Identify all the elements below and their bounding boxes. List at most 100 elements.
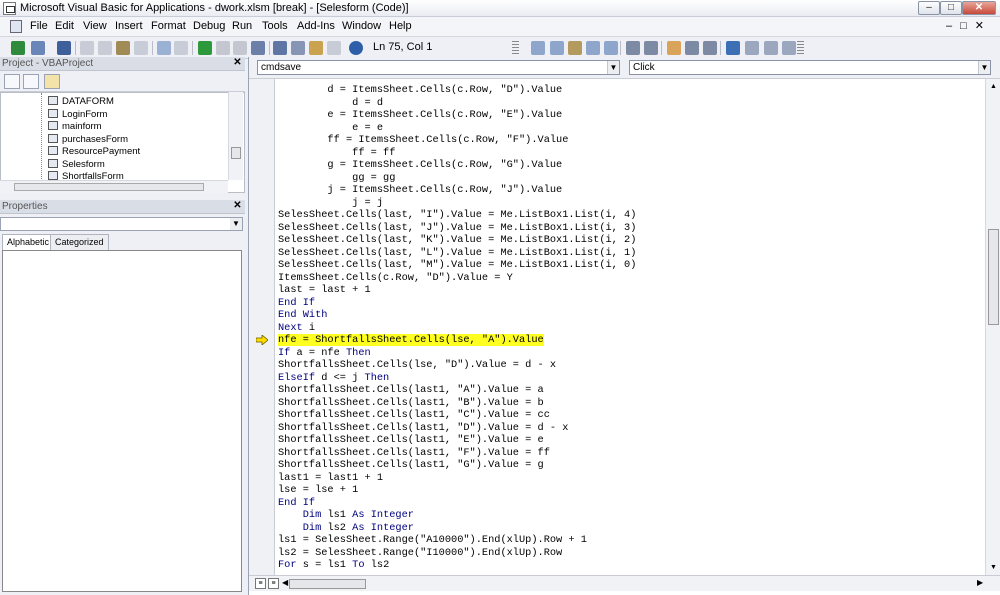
code-line[interactable]: ShortfallsSheet.Cells(last1, "E").Value …: [278, 434, 544, 447]
code-line[interactable]: ShortfallsSheet.Cells(last1, "A").Value …: [278, 384, 544, 397]
chevron-down-icon[interactable]: ▼: [978, 61, 990, 74]
menu-add-ins[interactable]: Add-Ins: [297, 20, 335, 32]
scroll-thumb[interactable]: [231, 147, 241, 159]
code-line[interactable]: ShortfallsSheet.Cells(lse, "D").Value = …: [278, 359, 556, 372]
outdent-icon[interactable]: [644, 41, 658, 55]
menu-run[interactable]: Run: [232, 20, 252, 32]
indent-icon[interactable]: [626, 41, 640, 55]
previous-bookmark-icon[interactable]: [764, 41, 778, 55]
list-properties-icon[interactable]: [531, 41, 545, 55]
toolbar-grip[interactable]: [797, 41, 804, 55]
code-line[interactable]: If a = nfe Then: [278, 347, 371, 360]
code-line[interactable]: d = d: [278, 97, 383, 110]
tree-item-resourcepayment[interactable]: ResourcePayment: [48, 146, 140, 158]
margin-indicator-bar[interactable]: [249, 79, 275, 575]
code-line[interactable]: last1 = last1 + 1: [278, 472, 383, 485]
toolbar-grip[interactable]: [512, 41, 519, 55]
view-object-icon[interactable]: [23, 74, 39, 89]
code-line[interactable]: ShortfallsSheet.Cells(last1, "F").Value …: [278, 447, 550, 460]
menu-format[interactable]: Format: [151, 20, 186, 32]
save-icon[interactable]: [57, 41, 71, 55]
code-line[interactable]: SelesSheet.Cells(last, "K").Value = Me.L…: [278, 234, 636, 247]
properties-close-button[interactable]: ✕: [232, 201, 243, 212]
tree-item-purchasesform[interactable]: purchasesForm: [48, 134, 128, 146]
excel-view-icon[interactable]: [10, 20, 22, 33]
tree-item-loginform[interactable]: LoginForm: [48, 109, 107, 121]
code-line[interactable]: ls2 = SelesSheet.Range("I10000").End(xlU…: [278, 547, 562, 560]
current-code-line[interactable]: nfe = ShortfallsSheet.Cells(lse, "A").Va…: [278, 334, 544, 347]
code-editor[interactable]: d = ItemsSheet.Cells(c.Row, "D").Value d…: [276, 79, 985, 575]
clear-bookmarks-icon[interactable]: [782, 41, 796, 55]
maximize-button[interactable]: □: [940, 1, 962, 15]
menu-edit[interactable]: Edit: [55, 20, 74, 32]
tree-item-selesform[interactable]: Selesform: [48, 159, 105, 171]
view-code-icon[interactable]: [4, 74, 20, 89]
toolbox-icon[interactable]: [327, 41, 341, 55]
code-vertical-scrollbar[interactable]: ▲ ▼: [985, 79, 1000, 575]
child-window-controls[interactable]: –□✕: [946, 19, 992, 32]
code-line[interactable]: e = ItemsSheet.Cells(c.Row, "E").Value: [278, 109, 562, 122]
run-icon[interactable]: [198, 41, 212, 55]
tree-item-mainform[interactable]: mainform: [48, 121, 102, 133]
properties-object-select[interactable]: ▼: [0, 217, 243, 231]
menu-help[interactable]: Help: [389, 20, 412, 32]
code-line[interactable]: Dim ls1 As Integer: [278, 509, 414, 522]
code-line[interactable]: For s = ls1 To ls2: [278, 559, 389, 572]
reset-icon[interactable]: [233, 41, 247, 55]
object-browser-icon[interactable]: [309, 41, 323, 55]
toggle-breakpoint-icon[interactable]: [667, 41, 681, 55]
properties-window-icon[interactable]: [291, 41, 305, 55]
code-line[interactable]: SelesSheet.Cells(last, "M").Value = Me.L…: [278, 259, 636, 272]
code-line[interactable]: ShortfallsSheet.Cells(last1, "D").Value …: [278, 422, 568, 435]
code-line[interactable]: ShortfallsSheet.Cells(last1, "B").Value …: [278, 397, 544, 410]
scroll-thumb[interactable]: [289, 579, 366, 589]
code-line[interactable]: ff = ff: [278, 147, 395, 160]
uncomment-block-icon[interactable]: [703, 41, 717, 55]
tab-categorized[interactable]: Categorized: [50, 234, 109, 250]
code-line[interactable]: ls1 = SelesSheet.Range("A10000").End(xlU…: [278, 534, 587, 547]
code-line[interactable]: End With: [278, 309, 327, 322]
code-line[interactable]: last = last + 1: [278, 284, 371, 297]
scroll-right-icon[interactable]: ▶: [977, 578, 983, 587]
toggle-bookmark-icon[interactable]: [726, 41, 740, 55]
object-select[interactable]: cmdsave ▼: [257, 60, 620, 75]
redo-icon[interactable]: [174, 41, 188, 55]
code-line[interactable]: Next i: [278, 322, 315, 335]
code-line[interactable]: g = ItemsSheet.Cells(c.Row, "G").Value: [278, 159, 562, 172]
full-module-view-icon[interactable]: ≡: [268, 578, 279, 589]
procedure-view-icon[interactable]: ≡: [255, 578, 266, 589]
code-line[interactable]: ItemsSheet.Cells(c.Row, "D").Value = Y: [278, 272, 513, 285]
code-line[interactable]: End If: [278, 497, 315, 510]
scroll-up-icon[interactable]: ▲: [988, 81, 999, 92]
list-constants-icon[interactable]: [550, 41, 564, 55]
chevron-down-icon[interactable]: ▼: [607, 61, 619, 74]
code-line[interactable]: SelesSheet.Cells(last, "J").Value = Me.L…: [278, 222, 636, 235]
project-horizontal-scrollbar[interactable]: [0, 180, 228, 193]
next-bookmark-icon[interactable]: [745, 41, 759, 55]
code-line[interactable]: ShortfallsSheet.Cells(last1, "G").Value …: [278, 459, 544, 472]
code-line[interactable]: j = ItemsSheet.Cells(c.Row, "J").Value: [278, 184, 562, 197]
code-line[interactable]: ff = ItemsSheet.Cells(c.Row, "F").Value: [278, 134, 568, 147]
tab-alphabetic[interactable]: Alphabetic: [2, 234, 55, 250]
paste-icon[interactable]: [116, 41, 130, 55]
menu-window[interactable]: Window: [342, 20, 381, 32]
code-line[interactable]: SelesSheet.Cells(last, "I").Value = Me.L…: [278, 209, 636, 222]
scroll-thumb[interactable]: [14, 183, 204, 191]
copy-icon[interactable]: [98, 41, 112, 55]
break-icon[interactable]: [216, 41, 230, 55]
scroll-thumb[interactable]: [988, 229, 999, 325]
code-line[interactable]: d = ItemsSheet.Cells(c.Row, "D").Value: [278, 84, 562, 97]
procedure-select[interactable]: Click ▼: [629, 60, 991, 75]
code-line[interactable]: SelesSheet.Cells(last, "L").Value = Me.L…: [278, 247, 636, 260]
chevron-down-icon[interactable]: ▼: [230, 218, 242, 230]
properties-grid[interactable]: [2, 250, 242, 592]
undo-icon[interactable]: [157, 41, 171, 55]
tree-item-dataform[interactable]: DATAFORM: [48, 96, 114, 108]
excel-icon[interactable]: [11, 41, 25, 55]
code-line[interactable]: Dim ls2 As Integer: [278, 522, 414, 535]
menu-insert[interactable]: Insert: [115, 20, 143, 32]
quick-info-icon[interactable]: [568, 41, 582, 55]
insert-userform-icon[interactable]: [31, 41, 45, 55]
project-vertical-scrollbar[interactable]: [228, 92, 243, 180]
code-line[interactable]: lse = lse + 1: [278, 484, 358, 497]
